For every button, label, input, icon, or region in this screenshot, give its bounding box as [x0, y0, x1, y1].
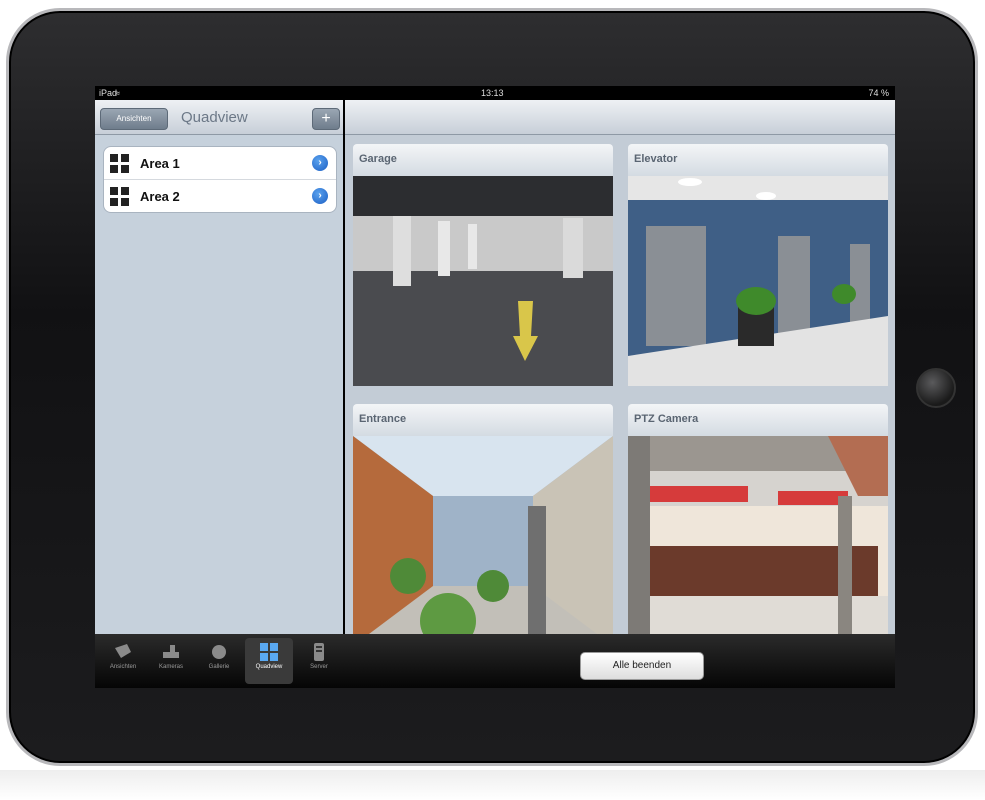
quadview-panel: Garage Elevator Entrance PTZ Camera [345, 100, 895, 646]
status-battery: 74 % [868, 88, 889, 98]
list-item-label: Area 1 [140, 156, 180, 171]
tab-kameras[interactable]: Kameras [147, 638, 195, 684]
camera-tile-garage[interactable]: Garage [353, 144, 613, 386]
list-item-area-1[interactable]: Area 1 › [104, 147, 336, 180]
main-navigation-bar [345, 100, 895, 135]
camera-tile-entrance[interactable]: Entrance [353, 404, 613, 646]
tab-label: Ansichten [109, 664, 137, 670]
camera-icon [163, 645, 179, 658]
wifi-icon: ≈ [115, 88, 120, 98]
tab-label: Kameras [158, 664, 183, 670]
status-time: 13:13 [481, 88, 504, 98]
tab-quadview[interactable]: Quadview [245, 638, 293, 684]
grid-icon [110, 154, 130, 174]
list-item-area-2[interactable]: Area 2 › [104, 180, 336, 212]
server-icon [314, 643, 324, 661]
list-item-label: Area 2 [140, 189, 180, 204]
add-button[interactable]: + [312, 108, 340, 130]
tab-label: Quadview [255, 664, 283, 670]
home-button[interactable] [916, 368, 956, 408]
tab-ansichten[interactable]: Ansichten [99, 638, 147, 684]
camera-title: Entrance [353, 404, 613, 436]
ipad-screen: iPad ≈ 13:13 74 % Ansichten Quadview + A… [95, 86, 895, 688]
sidebar-navigation-bar: Ansichten Quadview + [95, 100, 343, 135]
detail-disclosure-icon[interactable]: › [312, 155, 328, 171]
back-button[interactable]: Ansichten [100, 108, 168, 130]
status-bar: iPad ≈ 13:13 74 % [95, 86, 895, 100]
gallery-icon [212, 645, 226, 659]
camera-feed-image [353, 436, 613, 646]
end-all-button[interactable]: Alle beenden [580, 652, 704, 680]
detail-disclosure-icon[interactable]: › [312, 188, 328, 204]
camera-feed-image [628, 176, 888, 386]
camera-tile-ptz[interactable]: PTZ Camera [628, 404, 888, 646]
camera-title: Garage [353, 144, 613, 176]
sidebar-title: Quadview [181, 109, 248, 126]
camera-feed-image [353, 176, 613, 386]
camera-title: PTZ Camera [628, 404, 888, 436]
quadview-icon [260, 643, 278, 661]
tab-server[interactable]: Server [295, 638, 343, 684]
tab-gallerie[interactable]: Gallerie [195, 638, 243, 684]
area-list: Area 1 › Area 2 › [103, 146, 337, 213]
sidebar: Ansichten Quadview + Area 1 › Area 2 › [95, 100, 343, 634]
camera-tile-elevator[interactable]: Elevator [628, 144, 888, 386]
grid-icon [110, 187, 130, 207]
device-reflection [0, 770, 985, 800]
camera-title: Elevator [628, 144, 888, 176]
tab-bar: Ansichten Kameras Gallerie Quadview Serv… [95, 634, 895, 688]
tab-label: Server [310, 664, 328, 670]
camera-feed-image [628, 436, 888, 646]
tab-label: Gallerie [208, 664, 230, 670]
views-icon [115, 644, 131, 658]
